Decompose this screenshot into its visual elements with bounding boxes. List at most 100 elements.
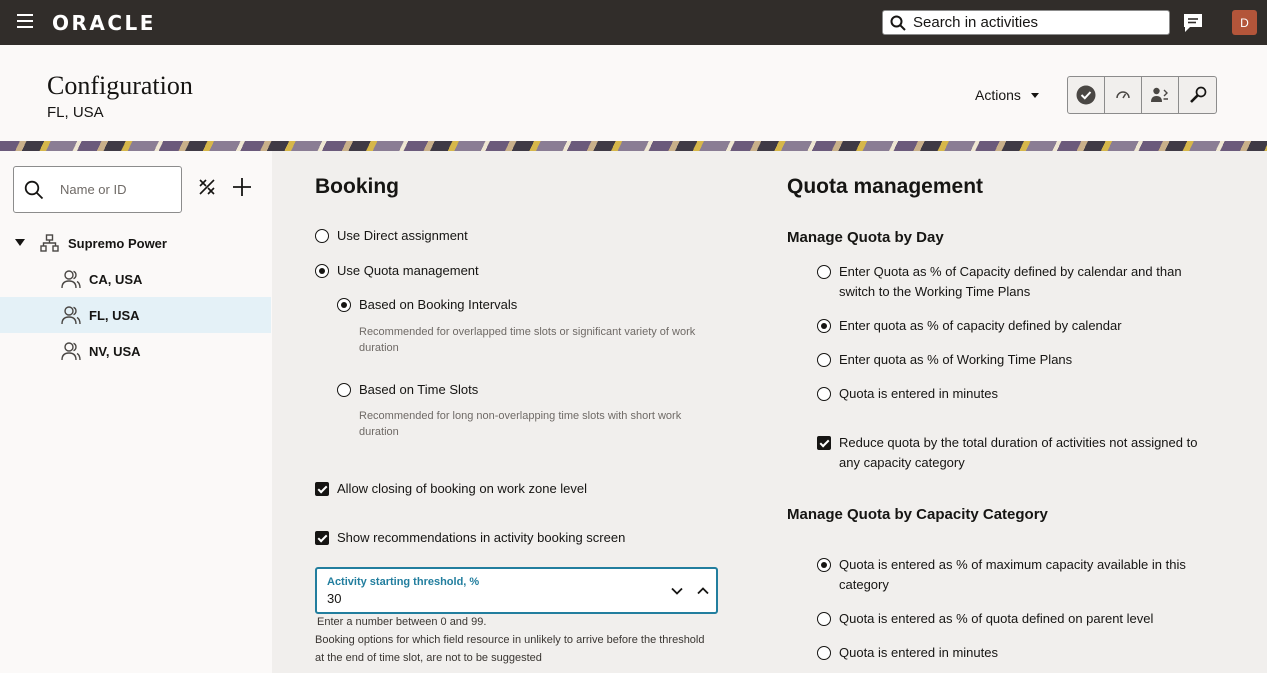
quota-management-radio[interactable]: Use Quota management (315, 261, 479, 281)
option-line: Reduce quota by the total duration of ac… (839, 435, 1198, 450)
oracle-logo[interactable]: ORACLE (52, 11, 156, 35)
page-subtitle: FL, USA (47, 104, 104, 121)
radio[interactable] (315, 229, 329, 243)
booking-title: Booking (315, 175, 399, 198)
radio[interactable] (817, 646, 831, 660)
tree-search-input[interactable] (60, 182, 170, 197)
option-label: Quota is entered as % of quota defined o… (839, 611, 1154, 626)
checkbox[interactable] (315, 482, 329, 496)
tree-node-label: NV, USA (89, 343, 141, 359)
add-icon[interactable] (232, 177, 252, 202)
global-search[interactable] (882, 10, 1170, 35)
help-line: Enter a number between 0 and 99. (317, 616, 487, 628)
option-label: Show recommendations in activity booking… (337, 530, 626, 545)
actions-label: Actions (975, 87, 1021, 103)
threshold-field[interactable]: Activity starting threshold, % (315, 567, 718, 614)
tree-node-label: CA, USA (89, 271, 143, 287)
tree-node-fl[interactable]: FL, USA (0, 297, 271, 333)
radio[interactable] (315, 264, 329, 278)
option-label: Quota is entered in minutes (839, 645, 998, 660)
decorative-banner (0, 141, 1267, 151)
option-label: Enter Quota as % of Capacity defined by … (839, 262, 1182, 302)
users-icon (61, 341, 81, 364)
hint-line: duration (359, 342, 399, 354)
quota-cat-opt2-radio[interactable]: Quota is entered as % of quota defined o… (817, 609, 1153, 629)
option-label: Based on Booking Intervals (359, 297, 518, 312)
radio[interactable] (337, 298, 351, 312)
wrench-icon (1189, 86, 1206, 103)
tree-search[interactable] (13, 166, 182, 213)
direct-assignment-radio[interactable]: Use Direct assignment (315, 226, 468, 246)
help-line: at the end of time slot, are not to be s… (315, 652, 542, 664)
chevron-down-icon[interactable] (670, 584, 684, 603)
tree-node-ca[interactable]: CA, USA (0, 261, 271, 297)
checkbox[interactable] (315, 531, 329, 545)
time-slots-radio[interactable]: Based on Time Slots (337, 380, 478, 400)
option-label: Quota is entered as % of maximum capacit… (839, 555, 1186, 595)
quota-day-opt2-radio[interactable]: Enter quota as % of capacity defined by … (817, 316, 1122, 336)
show-recommendations-checkbox[interactable]: Show recommendations in activity booking… (315, 528, 625, 548)
option-label: Enter quota as % of capacity defined by … (839, 318, 1122, 333)
radio[interactable] (337, 383, 351, 397)
hint-line: Recommended for long non-overlapping tim… (359, 410, 682, 422)
chevron-up-icon[interactable] (696, 584, 710, 603)
hierarchy-icon (40, 234, 59, 255)
quota-day-opt4-radio[interactable]: Quota is entered in minutes (817, 384, 998, 404)
actions-menu-button[interactable]: Actions (975, 87, 1039, 103)
tree-node-root[interactable]: Supremo Power (0, 225, 271, 261)
gauge-icon (1116, 91, 1130, 99)
radio[interactable] (817, 612, 831, 626)
menu-icon[interactable] (17, 14, 33, 30)
tree-node-label: Supremo Power (68, 235, 167, 251)
search-icon (890, 15, 906, 31)
page-header: Configuration FL, USA Actions (0, 45, 1267, 141)
quota-cat-opt1-radio[interactable]: Quota is entered as % of maximum capacit… (817, 555, 1186, 595)
quota-cat-opt3-radio[interactable]: Quota is entered in minutes (817, 643, 998, 663)
chat-icon[interactable] (1182, 12, 1204, 39)
caret-down-icon (1030, 92, 1039, 98)
option-label: Quota is entered in minutes (839, 386, 998, 401)
option-line: any capacity category (839, 455, 965, 470)
radio[interactable] (817, 265, 831, 279)
quota-day-opt1-radio[interactable]: Enter Quota as % of Capacity defined by … (817, 262, 1182, 302)
users-icon (61, 269, 81, 292)
radio[interactable] (817, 319, 831, 333)
collapse-tree-icon[interactable] (197, 177, 217, 202)
tree-node-label: FL, USA (89, 307, 140, 323)
radio[interactable] (817, 353, 831, 367)
booking-intervals-radio[interactable]: Based on Booking Intervals (337, 295, 517, 315)
allow-closing-checkbox[interactable]: Allow closing of booking on work zone le… (315, 479, 587, 499)
avatar[interactable]: D (1232, 10, 1257, 35)
search-input[interactable] (913, 14, 1153, 31)
threshold-input[interactable] (327, 591, 647, 606)
top-bar: ORACLE D (0, 0, 1267, 45)
checkbox[interactable] (817, 436, 831, 450)
option-label: Use Direct assignment (337, 228, 468, 243)
time-slots-hint: Recommended for long non-overlapping tim… (359, 408, 681, 440)
help-line: Booking options for which field resource… (315, 634, 705, 646)
radio[interactable] (817, 558, 831, 572)
option-line: Enter Quota as % of Capacity defined by … (839, 264, 1182, 279)
tree-panel: Supremo Power CA, USA FL, USA NV, USA (0, 151, 272, 673)
reduce-quota-checkbox[interactable]: Reduce quota by the total duration of ac… (817, 433, 1197, 473)
toolbar (1067, 76, 1217, 114)
radio[interactable] (817, 387, 831, 401)
validate-button[interactable] (1068, 77, 1105, 113)
settings-button[interactable] (1179, 77, 1216, 113)
view-button[interactable] (1105, 77, 1142, 113)
users-icon (61, 305, 81, 328)
tree-node-nv[interactable]: NV, USA (0, 333, 271, 369)
option-label: Allow closing of booking on work zone le… (337, 481, 588, 496)
option-label: Based on Time Slots (359, 382, 479, 397)
chevron-down-icon[interactable] (15, 239, 25, 246)
resources-button[interactable] (1142, 77, 1179, 113)
option-label: Reduce quota by the total duration of ac… (839, 433, 1197, 473)
hint-line: duration (359, 426, 399, 438)
option-label: Use Quota management (337, 263, 479, 278)
main-content: Booking Use Direct assignment Use Quota … (272, 151, 1267, 673)
threshold-label: Activity starting threshold, % (327, 576, 480, 588)
option-line: switch to the Working Time Plans (839, 284, 1031, 299)
quota-day-opt3-radio[interactable]: Enter quota as % of Working Time Plans (817, 350, 1072, 370)
check-circle-icon (1076, 85, 1096, 105)
threshold-help: Enter a number between 0 and 99. (317, 613, 486, 631)
